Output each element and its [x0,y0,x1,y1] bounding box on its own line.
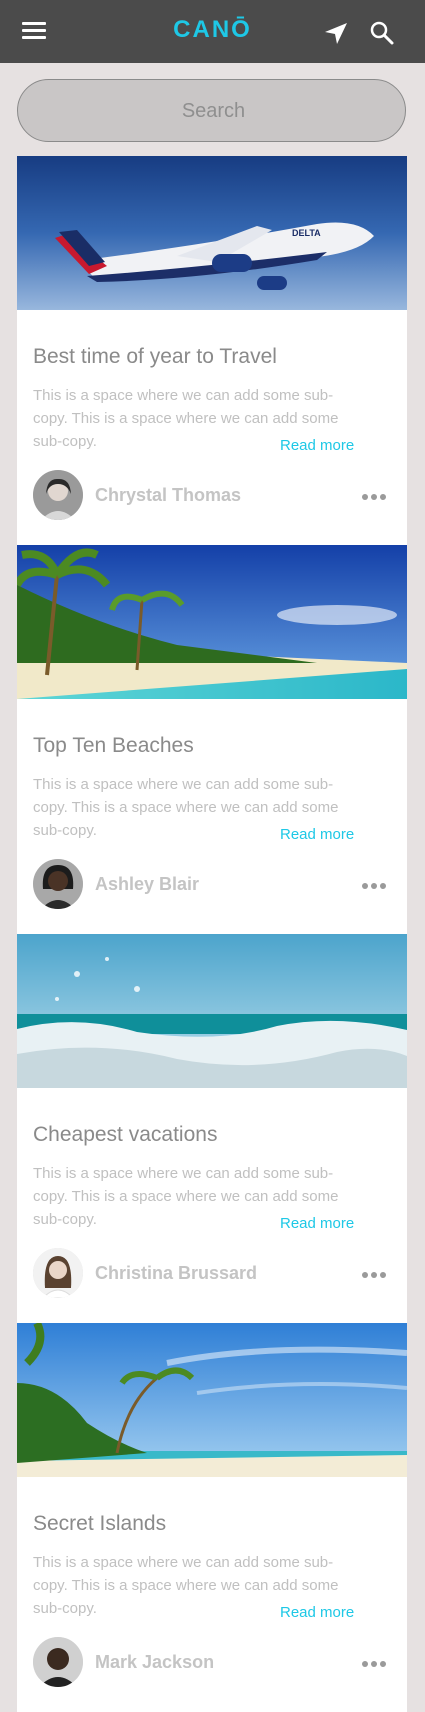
ocean-wave-photo [17,934,407,1088]
svg-text:DELTA: DELTA [292,228,321,238]
author-photo [33,1637,83,1687]
author-name[interactable]: Chrystal Thomas [95,485,241,506]
article-title[interactable]: Top Ten Beaches [33,734,194,758]
author-photo [33,1248,83,1298]
avatar[interactable] [33,1248,83,1298]
more-options-icon[interactable] [362,1265,392,1279]
island-shore-photo [17,1323,407,1477]
more-options-icon[interactable] [362,876,392,890]
search-bar [17,79,409,143]
palm-beach-photo [17,545,407,699]
author-photo [33,859,83,909]
location-arrow-icon[interactable] [322,19,350,47]
article-title[interactable]: Secret Islands [33,1512,166,1536]
read-more-link[interactable]: Read more [280,1215,354,1232]
read-more-link[interactable]: Read more [280,437,354,454]
search-icon[interactable] [368,19,396,47]
avatar[interactable] [33,859,83,909]
author-name[interactable]: Mark Jackson [95,1652,214,1673]
article-card[interactable]: DELTA Best time of year to Travel This i… [17,156,407,545]
more-options-icon[interactable] [362,487,392,501]
read-more-link[interactable]: Read more [280,1604,354,1621]
article-title[interactable]: Best time of year to Travel [33,345,277,369]
author-name[interactable]: Christina Brussard [95,1263,257,1284]
avatar[interactable] [33,470,83,520]
search-input[interactable] [18,80,409,143]
airplane-photo: DELTA [17,156,407,310]
article-title[interactable]: Cheapest vacations [33,1123,217,1147]
more-options-icon[interactable] [362,1654,392,1668]
read-more-link[interactable]: Read more [280,826,354,843]
article-card[interactable]: Cheapest vacations This is a space where… [17,934,407,1323]
article-card[interactable]: Secret Islands This is a space where we … [17,1323,407,1712]
author-name[interactable]: Ashley Blair [95,874,199,895]
article-card[interactable]: Top Ten Beaches This is a space where we… [17,545,407,934]
avatar[interactable] [33,1637,83,1687]
author-photo [33,470,83,520]
top-bar: CANŌ [0,0,425,63]
app-logo: CANŌ [173,16,252,43]
